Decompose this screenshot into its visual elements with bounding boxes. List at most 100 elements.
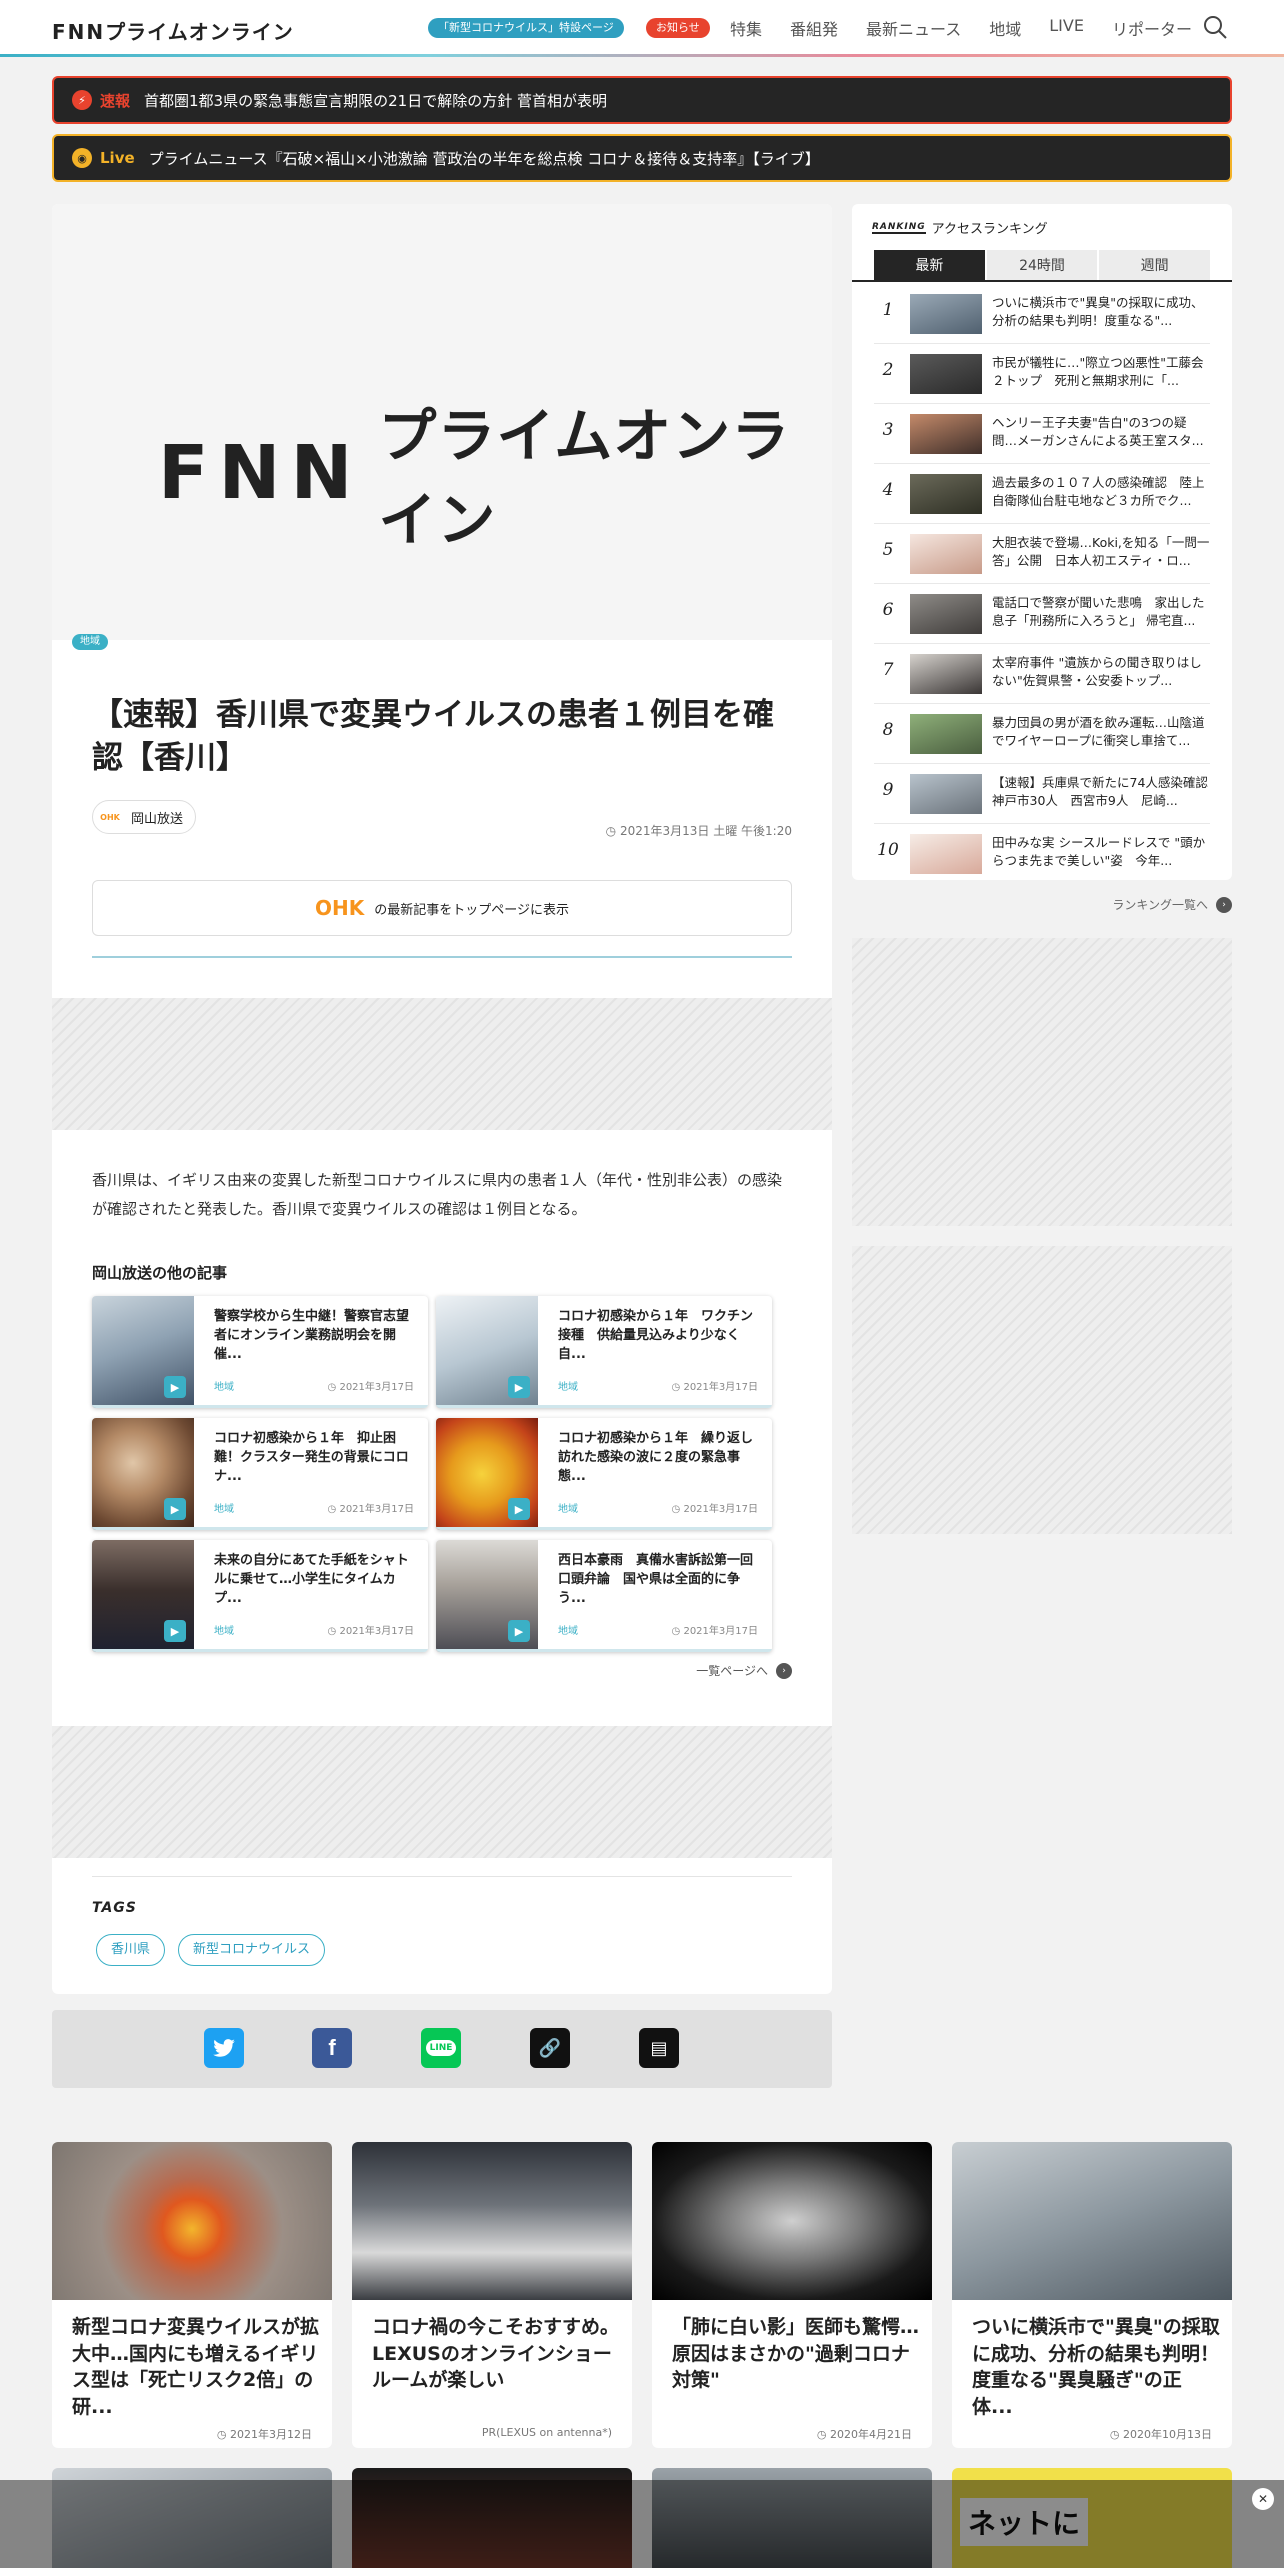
ranking-item[interactable]: 10 田中みな実 シースルードレスで "頭からつま先まで美しい"姿 今年... (874, 824, 1210, 884)
ranking-item[interactable]: 3 ヘンリー王子夫妻"告白"の3つの疑問…メーガンさんによる英王室スタ... (874, 404, 1210, 464)
sidebar-ad-placeholder (852, 938, 1232, 1226)
tab-weekly[interactable]: 週間 (1099, 250, 1211, 280)
article-date: ◷ 2021年3月13日 土曜 午後1:20 (605, 824, 792, 838)
divider (92, 956, 792, 958)
hero-image: FNN プライムオンライン (52, 204, 832, 640)
ad-placeholder (52, 1726, 832, 1858)
related-more-link[interactable]: 一覧ページへ › (696, 1662, 792, 1679)
copy-link-button[interactable]: 🔗 (530, 2028, 570, 2068)
twitter-icon (213, 2039, 235, 2057)
related-article[interactable]: ▶ コロナ初感染から１年 ワクチン接種 供給量見込みより少なく自... 地域 ◷… (436, 1296, 772, 1408)
thumbnail (910, 714, 982, 754)
thumbnail (910, 534, 982, 574)
twitter-share-button[interactable] (204, 2028, 244, 2068)
live-text: プライムニュース『石破×福山×小池激論 菅政治の半年を総点検 コロナ＆接待＆支持… (148, 149, 820, 168)
recommended-card[interactable]: 「肺に白い影」医師も驚愕…原因はまさかの"過剰コロナ対策" ◷ 2020年4月2… (652, 2142, 932, 2448)
video-icon: ▶ (164, 1376, 186, 1398)
ad-placeholder (52, 998, 832, 1130)
nav-item-reporter[interactable]: リポーター (1112, 16, 1192, 40)
thumbnail (352, 2142, 632, 2300)
close-icon[interactable]: ✕ (1252, 2488, 1274, 2510)
tags-heading: TAGS (92, 1900, 137, 1916)
ohk-logo-icon: OHK (97, 804, 123, 830)
ranking-tabs: 最新 24時間 週間 (874, 250, 1211, 280)
main-nav: 特集 番組発 最新ニュース 地域 LIVE リポーター (730, 16, 1192, 40)
nav-item-region[interactable]: 地域 (989, 16, 1021, 40)
thumbnail (910, 834, 982, 874)
comment-button[interactable]: ▤ (639, 2028, 679, 2068)
ranking-item[interactable]: 7 太宰府事件 "遺族からの聞き取りはしない"佐賀県警・公安委トップ... (874, 644, 1210, 704)
related-article[interactable]: ▶ コロナ初感染から１年 繰り返し訪れた感染の波に２度の緊急事態... 地域 ◷… (436, 1418, 772, 1530)
ranking-heading: RANKING アクセスランキング (872, 221, 1048, 237)
ranking-item[interactable]: 5 大胆衣装で登場…Koki,を知る「一問一答」公開 日本人初エスティ・ロ... (874, 524, 1210, 584)
facebook-share-button[interactable]: f (312, 2028, 352, 2068)
thumbnail (910, 474, 982, 514)
lightning-icon: ⚡ (72, 90, 92, 110)
tag-kagawa[interactable]: 香川県 (96, 1934, 166, 1966)
thumbnail (910, 294, 982, 334)
nav-item-programs[interactable]: 番組発 (790, 16, 838, 40)
video-icon: ▶ (508, 1620, 530, 1642)
video-icon: ▶ (508, 1498, 530, 1520)
category-badge[interactable]: 地域 (72, 634, 108, 650)
thumbnail (910, 774, 982, 814)
nav-item-latest-news[interactable]: 最新ニュース (866, 16, 961, 40)
ranking-item[interactable]: 1 ついに横浜市で"異臭"の採取に成功、分析の結果も判明！度重なる"... (874, 284, 1210, 344)
recommended-card[interactable]: コロナ禍の今こそおすすめ。LEXUSのオンラインショールームが楽しい PR(LE… (352, 2142, 632, 2448)
site-logo[interactable]: FNNプライムオンライン (52, 16, 294, 45)
ranking-item[interactable]: 8 暴力団員の男が酒を飲み運転…山陰道でワイヤーロープに衝突し車捨て... (874, 704, 1210, 764)
divider (92, 1876, 792, 1877)
nav-item-live[interactable]: LIVE (1049, 16, 1084, 40)
site-header: FNNプライムオンライン 「新型コロナウイルス」特設ページ お知らせ 特集 番組… (0, 0, 1284, 56)
ranking-panel: RANKING アクセスランキング 最新 24時間 週間 1 ついに横浜市で"異… (852, 204, 1232, 880)
recommended-card[interactable]: ついに横浜市で"異臭"の採取に成功、分析の結果も判明！度重なる"異臭騒ぎ"の正体… (952, 2142, 1232, 2448)
line-share-button[interactable]: LINE (421, 2028, 461, 2068)
tab-latest[interactable]: 最新 (874, 250, 985, 280)
ranking-item[interactable]: 4 過去最多の１０７人の感染確認 陸上自衛隊仙台駐屯地など３カ所でク... (874, 464, 1210, 524)
article-body: 香川県は、イギリス由来の変異した新型コロナウイルスに県内の患者１人（年代・性別非… (92, 1171, 783, 1218)
ranking-item[interactable]: 9 【速報】兵庫県で新たに74人感染確認 神戸市30人 西宮市9人 尼崎... (874, 764, 1220, 824)
related-article[interactable]: ▶ コロナ初感染から１年 抑止困難！クラスター発生の背景にコロナ... 地域 ◷… (92, 1418, 428, 1530)
related-article[interactable]: ▶ 未来の自分にあてた手紙をシャトルに乗せて…小学生にタイムカプ... 地域 ◷… (92, 1540, 428, 1652)
tab-24h[interactable]: 24時間 (986, 250, 1098, 280)
thumbnail (910, 354, 982, 394)
video-icon: ▶ (508, 1376, 530, 1398)
nav-item-feature[interactable]: 特集 (730, 16, 762, 40)
related-article[interactable]: ▶ 警察学校から生中継！警察官志望者にオンライン業務説明会を開催... 地域 ◷… (92, 1296, 428, 1408)
sidebar-ad-placeholder (852, 1246, 1232, 1534)
recommended-card[interactable]: 新型コロナ変異ウイルスが拡大中…国内にも増えるイギリス型は「死亡リスク2倍」の研… (52, 2142, 332, 2448)
article-card: FNN プライムオンライン 地域 【速報】香川県で変異ウイルスの患者１例目を確認… (52, 204, 832, 1994)
video-icon: ▶ (164, 1498, 186, 1520)
thumbnail (52, 2142, 332, 2300)
live-news-bar[interactable]: ◉ Live プライムニュース『石破×福山×小池激論 菅政治の半年を総点検 コロ… (52, 134, 1232, 182)
source-name: 岡山放送 (131, 811, 184, 827)
bottom-ad-overlay (0, 2480, 1284, 2568)
breaking-tag: 速報 (100, 91, 131, 110)
ranking-more-link[interactable]: ランキング一覧へ › (1112, 896, 1232, 913)
search-icon[interactable] (1202, 14, 1228, 40)
live-icon: ◉ (72, 148, 92, 168)
ranking-item[interactable]: 2 市民が犠牲に…"際立つ凶悪性"工藤会２トップ 死刑と無期求刑に「... (874, 344, 1210, 404)
share-bar: f LINE 🔗 ▤ (52, 2010, 832, 2088)
chevron-right-icon: › (776, 1662, 792, 1679)
chevron-right-icon: › (1216, 896, 1232, 913)
header-gradient-line (0, 54, 1284, 57)
ohk-logo: OHK (315, 896, 365, 920)
show-on-top-button[interactable]: OHK の最新記事をトップページに表示 (92, 880, 792, 936)
ranking-item[interactable]: 6 電話口で警察が聞いた悲鳴 家出した息子「刑務所に入ろうと」 帰宅直... (874, 584, 1210, 644)
covid-special-page-link[interactable]: 「新型コロナウイルス」特設ページ (428, 18, 624, 38)
live-tag: Live (100, 149, 135, 167)
source-chip[interactable]: OHK 岡山放送 (92, 800, 197, 834)
breaking-news-bar[interactable]: ⚡ 速報 首都圏1都3県の緊急事態宣言期限の21日で解除の方針 菅首相が表明 (52, 76, 1232, 124)
line-icon: LINE (425, 2040, 457, 2056)
thumbnail (952, 2142, 1232, 2300)
video-icon: ▶ (164, 1620, 186, 1642)
thumbnail (910, 654, 982, 694)
thumbnail (652, 2142, 932, 2300)
notice-link[interactable]: お知らせ (646, 18, 710, 38)
thumbnail (910, 414, 982, 454)
article-title: 【速報】香川県で変異ウイルスの患者１例目を確認【香川】 (92, 697, 774, 777)
tag-covid[interactable]: 新型コロナウイルス (178, 1934, 326, 1966)
related-article[interactable]: ▶ 西日本豪雨 真備水害訴訟第一回口頭弁論 国や県は全面的に争う... 地域 ◷… (436, 1540, 772, 1652)
comment-icon: ▤ (650, 2037, 668, 2059)
